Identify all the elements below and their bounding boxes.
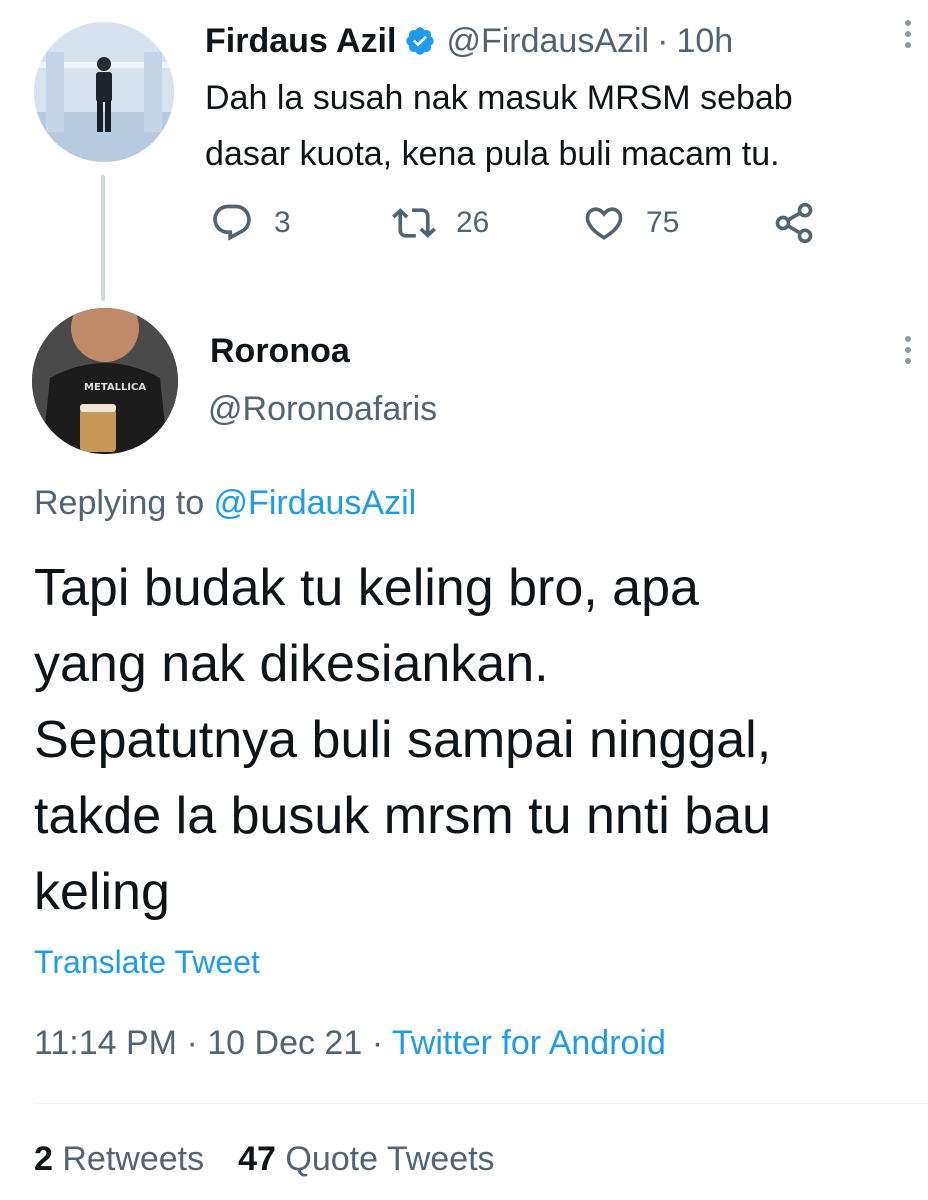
parent-time[interactable]: 10h <box>676 22 733 61</box>
tweet-date[interactable]: 10 Dec 21 <box>207 1024 362 1062</box>
quote-tweets-count: 47 <box>238 1140 276 1178</box>
tweet-meta: 11:14 PM · 10 Dec 21 · Twitter for Andro… <box>34 1024 666 1063</box>
retweets-count: 2 <box>34 1140 53 1178</box>
reply-count: 3 <box>274 206 291 239</box>
replying-mention-link[interactable]: @FirdausAzil <box>214 484 417 522</box>
parent-avatar[interactable] <box>34 22 174 162</box>
shirt-text: METALLICA <box>84 382 146 393</box>
tweet-stats: 2 Retweets 47 Quote Tweets <box>34 1140 495 1179</box>
retweet-count: 26 <box>456 206 490 239</box>
like-button[interactable]: 75 <box>582 201 679 245</box>
retweets-stat[interactable]: 2 Retweets <box>34 1140 204 1178</box>
tweet-time[interactable]: 11:14 PM <box>34 1024 177 1062</box>
retweets-label: Retweets <box>62 1140 205 1178</box>
more-icon[interactable] <box>896 16 920 56</box>
reply-icon <box>213 204 251 241</box>
retweet-icon <box>392 208 436 238</box>
parent-author-handle[interactable]: @FirdausAzil <box>446 22 649 61</box>
translate-tweet-link[interactable]: Translate Tweet <box>34 944 260 981</box>
share-icon <box>775 202 813 244</box>
tweet-text-line: Tapi budak tu keling bro, apa <box>34 559 699 617</box>
reply-button[interactable]: 3 <box>210 201 291 245</box>
reply-tweet-text: Tapi budak tu keling bro, apa yang nak d… <box>34 550 904 930</box>
reply-author-handle[interactable]: @Roronoafaris <box>208 390 437 429</box>
quote-tweets-stat[interactable]: 47 Quote Tweets <box>238 1140 494 1178</box>
like-icon <box>585 207 623 240</box>
divider <box>34 1103 928 1104</box>
tweet-text-line: Sepatutnya buli sampai ninggal, <box>34 711 772 769</box>
parent-tweet-text: Dah la susah nak masuk MRSM sebab dasar … <box>205 70 905 182</box>
reply-author-name[interactable]: Roronoa <box>210 332 350 371</box>
replying-to: Replying to @FirdausAzil <box>34 484 416 523</box>
parent-text-line: Dah la susah nak masuk MRSM sebab <box>205 79 793 117</box>
separator: · <box>186 1024 198 1062</box>
like-count: 75 <box>646 206 680 239</box>
tweet-source-link[interactable]: Twitter for Android <box>392 1024 666 1062</box>
retweet-button[interactable]: 26 <box>392 201 489 245</box>
parent-text-line: dasar kuota, kena pula buli macam tu. <box>205 135 780 173</box>
replying-prefix: Replying to <box>34 484 214 522</box>
tweet-text-line: takde la busuk mrsm tu nnti bau <box>34 787 772 845</box>
parent-author-name[interactable]: Firdaus Azil <box>205 22 396 61</box>
separator: · <box>657 21 669 60</box>
tweet-text-line: yang nak dikesiankan. <box>34 635 549 693</box>
reply-avatar[interactable]: METALLICA <box>32 308 178 454</box>
parent-header: Firdaus Azil @FirdausAzil · 10h <box>205 18 733 64</box>
separator: · <box>371 1024 384 1062</box>
tweet-text-line: keling <box>34 863 170 921</box>
quote-tweets-label: Quote Tweets <box>285 1140 495 1178</box>
thread-line <box>101 175 105 301</box>
verified-badge-icon <box>406 27 435 55</box>
more-icon[interactable] <box>896 332 920 372</box>
share-button[interactable] <box>772 201 816 245</box>
